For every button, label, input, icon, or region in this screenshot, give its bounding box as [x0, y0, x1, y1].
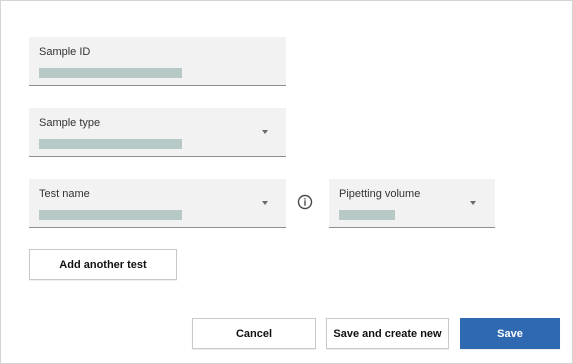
pipetting-volume-value [339, 210, 395, 220]
sample-form-panel: Sample ID Sample type Test name Pipettin… [0, 0, 573, 364]
chevron-down-icon[interactable] [470, 201, 476, 205]
sample-id-value [39, 68, 182, 78]
save-and-create-new-button[interactable]: Save and create new [326, 318, 449, 349]
test-name-value [39, 210, 182, 220]
info-icon[interactable] [297, 194, 313, 210]
save-button[interactable]: Save [460, 318, 560, 349]
sample-type-label: Sample type [39, 117, 101, 129]
test-name-label: Test name [39, 188, 90, 200]
sample-type-select[interactable]: Sample type [29, 108, 286, 157]
add-another-test-button[interactable]: Add another test [29, 249, 177, 280]
sample-id-label: Sample ID [39, 46, 91, 58]
test-name-select[interactable]: Test name [29, 179, 286, 228]
chevron-down-icon[interactable] [262, 201, 268, 205]
sample-id-field[interactable]: Sample ID [29, 37, 286, 86]
pipetting-volume-label: Pipetting volume [339, 188, 421, 200]
cancel-button[interactable]: Cancel [192, 318, 316, 349]
sample-type-value [39, 139, 182, 149]
chevron-down-icon[interactable] [262, 130, 268, 134]
pipetting-volume-select[interactable]: Pipetting volume [329, 179, 495, 228]
